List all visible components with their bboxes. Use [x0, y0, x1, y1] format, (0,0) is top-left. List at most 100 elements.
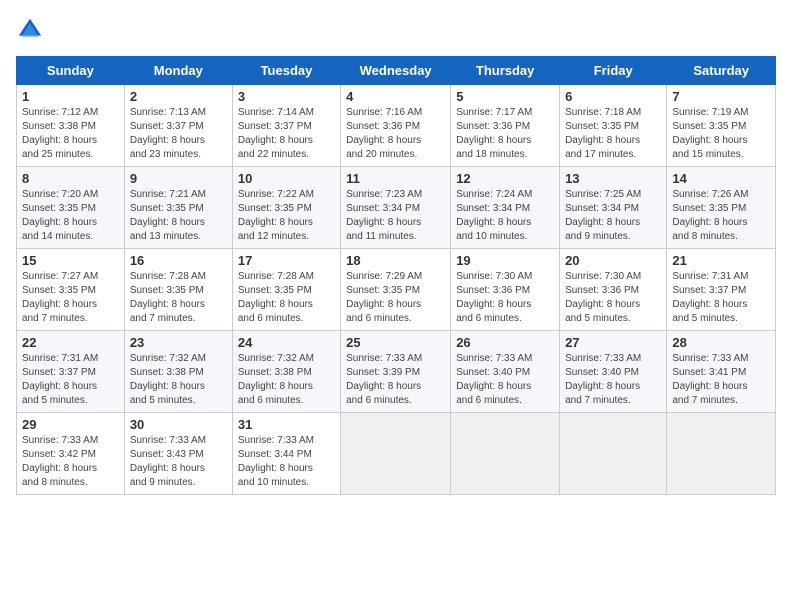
calendar-cell: 27 Sunrise: 7:33 AMSunset: 3:40 PMDayligh…: [560, 331, 667, 413]
calendar-cell: 4 Sunrise: 7:16 AMSunset: 3:36 PMDaylight…: [341, 85, 451, 167]
day-info: Sunrise: 7:17 AMSunset: 3:36 PMDaylight:…: [456, 106, 554, 162]
day-info: Sunrise: 7:31 AMSunset: 3:37 PMDaylight:…: [672, 270, 770, 326]
calendar-cell: 5 Sunrise: 7:17 AMSunset: 3:36 PMDaylight…: [451, 85, 560, 167]
day-info: Sunrise: 7:33 AMSunset: 3:42 PMDaylight:…: [22, 434, 119, 490]
day-info: Sunrise: 7:28 AMSunset: 3:35 PMDaylight:…: [130, 270, 227, 326]
day-info: Sunrise: 7:33 AMSunset: 3:40 PMDaylight:…: [565, 352, 661, 408]
calendar-week-4: 22 Sunrise: 7:31 AMSunset: 3:37 PMDayligh…: [17, 331, 776, 413]
calendar-cell: 18 Sunrise: 7:29 AMSunset: 3:35 PMDayligh…: [341, 249, 451, 331]
calendar-week-5: 29 Sunrise: 7:33 AMSunset: 3:42 PMDayligh…: [17, 413, 776, 495]
calendar-cell: 22 Sunrise: 7:31 AMSunset: 3:37 PMDayligh…: [17, 331, 125, 413]
day-number: 6: [565, 89, 661, 104]
day-number: 15: [22, 253, 119, 268]
day-info: Sunrise: 7:33 AMSunset: 3:41 PMDaylight:…: [672, 352, 770, 408]
weekday-header-thursday: Thursday: [451, 57, 560, 85]
day-number: 30: [130, 417, 227, 432]
calendar-week-1: 1Sunrise: 7:12 AMSunset: 3:38 PMDaylight…: [17, 85, 776, 167]
calendar-cell: 24 Sunrise: 7:32 AMSunset: 3:38 PMDayligh…: [232, 331, 340, 413]
calendar-cell: 26 Sunrise: 7:33 AMSunset: 3:40 PMDayligh…: [451, 331, 560, 413]
day-number: 31: [238, 417, 335, 432]
weekday-header-saturday: Saturday: [667, 57, 776, 85]
day-number: 8: [22, 171, 119, 186]
day-info: Sunrise: 7:13 AMSunset: 3:37 PMDaylight:…: [130, 106, 227, 162]
calendar-cell: 12Sunrise: 7:24 AMSunset: 3:34 PMDayligh…: [451, 167, 560, 249]
day-number: 28: [672, 335, 770, 350]
day-number: 5: [456, 89, 554, 104]
day-info: Sunrise: 7:33 AMSunset: 3:40 PMDaylight:…: [456, 352, 554, 408]
day-info: Sunrise: 7:33 AMSunset: 3:44 PMDaylight:…: [238, 434, 335, 490]
day-info: Sunrise: 7:26 AMSunset: 3:35 PMDaylight:…: [672, 188, 770, 244]
calendar-cell: 1Sunrise: 7:12 AMSunset: 3:38 PMDaylight…: [17, 85, 125, 167]
day-number: 26: [456, 335, 554, 350]
day-number: 21: [672, 253, 770, 268]
day-number: 19: [456, 253, 554, 268]
calendar-cell: 13 Sunrise: 7:25 AMSunset: 3:34 PMDayligh…: [560, 167, 667, 249]
calendar-cell: 6 Sunrise: 7:18 AMSunset: 3:35 PMDaylight…: [560, 85, 667, 167]
calendar-week-2: 8 Sunrise: 7:20 AMSunset: 3:35 PMDaylight…: [17, 167, 776, 249]
day-number: 7: [672, 89, 770, 104]
calendar-cell: 15Sunrise: 7:27 AMSunset: 3:35 PMDayligh…: [17, 249, 125, 331]
day-number: 27: [565, 335, 661, 350]
day-info: Sunrise: 7:30 AMSunset: 3:36 PMDaylight:…: [456, 270, 554, 326]
day-number: 4: [346, 89, 445, 104]
day-info: Sunrise: 7:33 AMSunset: 3:39 PMDaylight:…: [346, 352, 445, 408]
day-info: Sunrise: 7:32 AMSunset: 3:38 PMDaylight:…: [130, 352, 227, 408]
day-info: Sunrise: 7:16 AMSunset: 3:36 PMDaylight:…: [346, 106, 445, 162]
calendar-cell: 20Sunrise: 7:30 AMSunset: 3:36 PMDayligh…: [560, 249, 667, 331]
logo: [16, 16, 48, 44]
calendar-cell: 31 Sunrise: 7:33 AMSunset: 3:44 PMDayligh…: [232, 413, 340, 495]
day-number: 3: [238, 89, 335, 104]
day-info: Sunrise: 7:12 AMSunset: 3:38 PMDaylight:…: [22, 106, 119, 162]
calendar-cell: 17 Sunrise: 7:28 AMSunset: 3:35 PMDayligh…: [232, 249, 340, 331]
day-info: Sunrise: 7:21 AMSunset: 3:35 PMDaylight:…: [130, 188, 227, 244]
weekday-header-wednesday: Wednesday: [341, 57, 451, 85]
day-number: 10: [238, 171, 335, 186]
day-info: Sunrise: 7:32 AMSunset: 3:38 PMDaylight:…: [238, 352, 335, 408]
day-number: 22: [22, 335, 119, 350]
day-number: 14: [672, 171, 770, 186]
day-number: 29: [22, 417, 119, 432]
day-number: 13: [565, 171, 661, 186]
calendar-cell: 16 Sunrise: 7:28 AMSunset: 3:35 PMDayligh…: [124, 249, 232, 331]
calendar-cell: 25Sunrise: 7:33 AMSunset: 3:39 PMDayligh…: [341, 331, 451, 413]
day-number: 16: [130, 253, 227, 268]
calendar-cell: 23 Sunrise: 7:32 AMSunset: 3:38 PMDayligh…: [124, 331, 232, 413]
calendar-cell: 9Sunrise: 7:21 AMSunset: 3:35 PMDaylight…: [124, 167, 232, 249]
day-number: 18: [346, 253, 445, 268]
calendar-cell: [451, 413, 560, 495]
day-number: 12: [456, 171, 554, 186]
weekday-header-monday: Monday: [124, 57, 232, 85]
day-number: 17: [238, 253, 335, 268]
calendar-week-3: 15Sunrise: 7:27 AMSunset: 3:35 PMDayligh…: [17, 249, 776, 331]
calendar-cell: 2Sunrise: 7:13 AMSunset: 3:37 PMDaylight…: [124, 85, 232, 167]
day-info: Sunrise: 7:20 AMSunset: 3:35 PMDaylight:…: [22, 188, 119, 244]
calendar-cell: 8 Sunrise: 7:20 AMSunset: 3:35 PMDaylight…: [17, 167, 125, 249]
weekday-header-friday: Friday: [560, 57, 667, 85]
calendar-cell: 14 Sunrise: 7:26 AMSunset: 3:35 PMDayligh…: [667, 167, 776, 249]
calendar-cell: 11 Sunrise: 7:23 AMSunset: 3:34 PMDayligh…: [341, 167, 451, 249]
day-info: Sunrise: 7:30 AMSunset: 3:36 PMDaylight:…: [565, 270, 661, 326]
day-info: Sunrise: 7:29 AMSunset: 3:35 PMDaylight:…: [346, 270, 445, 326]
day-info: Sunrise: 7:25 AMSunset: 3:34 PMDaylight:…: [565, 188, 661, 244]
day-number: 24: [238, 335, 335, 350]
calendar-cell: 29 Sunrise: 7:33 AMSunset: 3:42 PMDayligh…: [17, 413, 125, 495]
day-number: 11: [346, 171, 445, 186]
weekday-header-sunday: Sunday: [17, 57, 125, 85]
day-info: Sunrise: 7:18 AMSunset: 3:35 PMDaylight:…: [565, 106, 661, 162]
weekday-header-tuesday: Tuesday: [232, 57, 340, 85]
calendar-cell: 10Sunrise: 7:22 AMSunset: 3:35 PMDayligh…: [232, 167, 340, 249]
calendar-cell: 28 Sunrise: 7:33 AMSunset: 3:41 PMDayligh…: [667, 331, 776, 413]
calendar-cell: 19 Sunrise: 7:30 AMSunset: 3:36 PMDayligh…: [451, 249, 560, 331]
day-info: Sunrise: 7:28 AMSunset: 3:35 PMDaylight:…: [238, 270, 335, 326]
calendar-table: SundayMondayTuesdayWednesdayThursdayFrid…: [16, 56, 776, 495]
day-info: Sunrise: 7:23 AMSunset: 3:34 PMDaylight:…: [346, 188, 445, 244]
calendar-cell: [341, 413, 451, 495]
day-number: 23: [130, 335, 227, 350]
calendar-cell: 21 Sunrise: 7:31 AMSunset: 3:37 PMDayligh…: [667, 249, 776, 331]
calendar-cell: 3Sunrise: 7:14 AMSunset: 3:37 PMDaylight…: [232, 85, 340, 167]
calendar-cell: 30Sunrise: 7:33 AMSunset: 3:43 PMDayligh…: [124, 413, 232, 495]
calendar-cell: [667, 413, 776, 495]
calendar-cell: [560, 413, 667, 495]
day-info: Sunrise: 7:31 AMSunset: 3:37 PMDaylight:…: [22, 352, 119, 408]
day-info: Sunrise: 7:19 AMSunset: 3:35 PMDaylight:…: [672, 106, 770, 162]
